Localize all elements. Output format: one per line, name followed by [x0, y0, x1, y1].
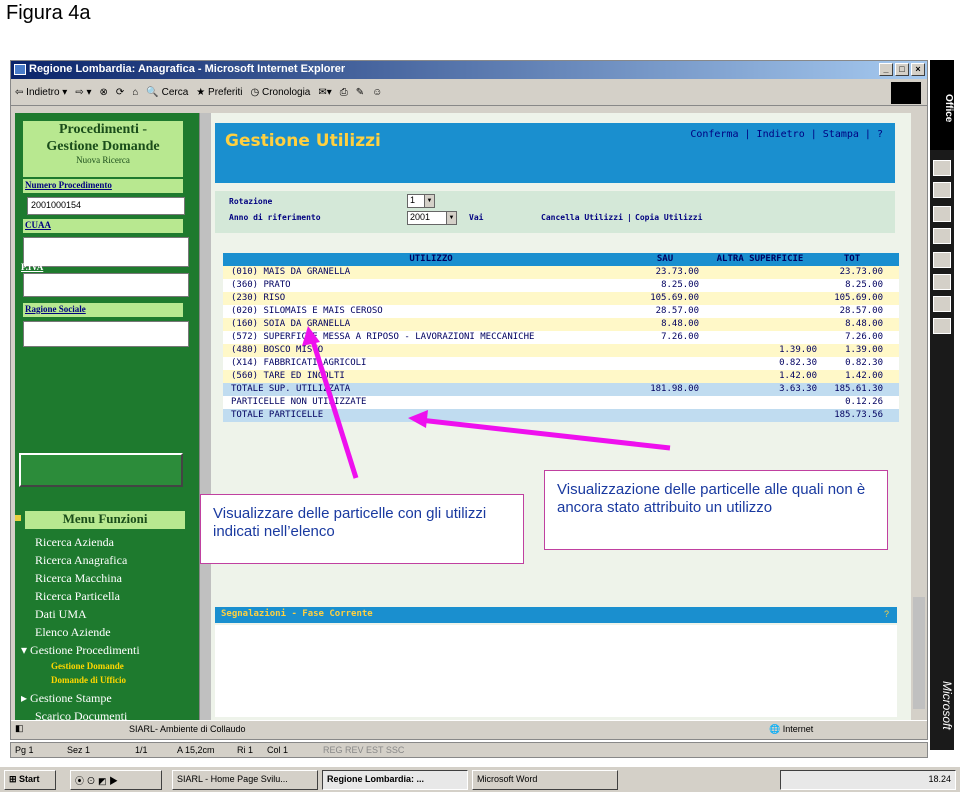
arrow-right-line	[419, 417, 671, 451]
arrow-left-line	[309, 337, 359, 479]
arrow-right-head	[408, 410, 428, 428]
annotation-arrows	[302, 326, 671, 479]
arrow-left-head	[302, 326, 320, 346]
